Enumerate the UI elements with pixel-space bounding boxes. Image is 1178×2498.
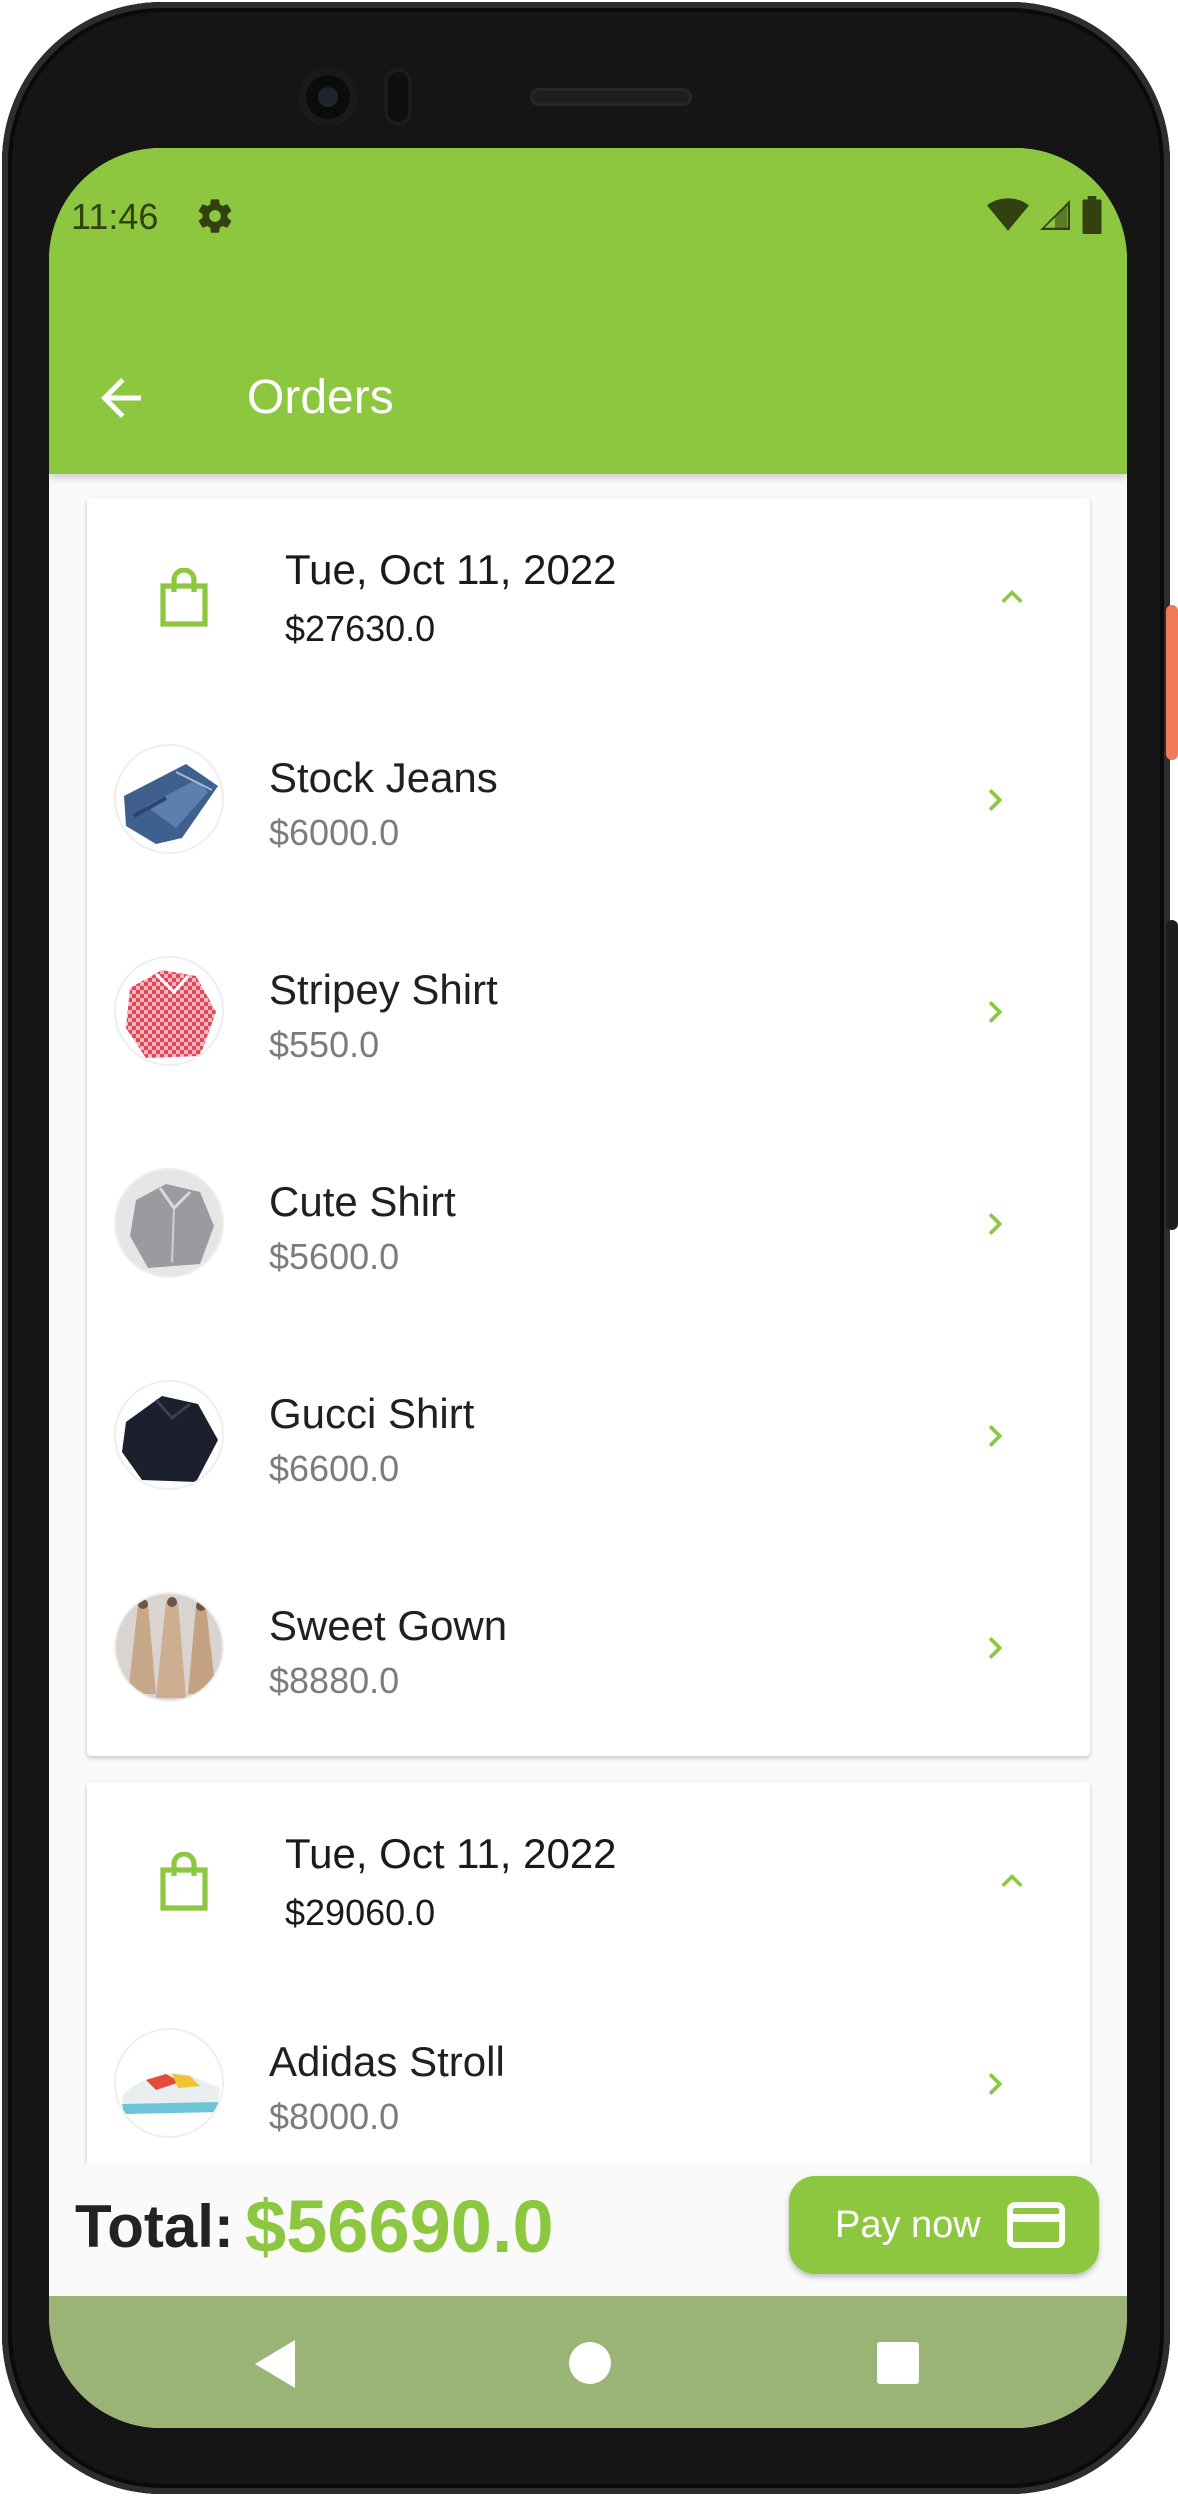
product-image-red-shirt [114, 956, 224, 1066]
item-price: $6600.0 [269, 1448, 400, 1489]
list-item[interactable]: Stripey Shirt $550.0 [87, 906, 1090, 1118]
status-time: 11:46 [71, 196, 159, 237]
order-total: $29060.0 [285, 1892, 436, 1933]
orders-list[interactable]: Tue, Oct 11, 2022 $27630.0 Stock Jeans $… [49, 474, 1127, 2312]
battery-icon [1082, 196, 1102, 234]
product-image-sneaker [114, 2028, 224, 2138]
product-image-black-shirt [114, 1380, 224, 1490]
front-camera [298, 67, 358, 127]
list-item[interactable]: Cute Shirt $5600.0 [87, 1118, 1090, 1330]
status-icons [987, 196, 1103, 234]
pay-now-label: Pay now [835, 2204, 981, 2246]
item-price: $6000.0 [269, 812, 400, 853]
order-header[interactable]: Tue, Oct 11, 2022 $29060.0 [87, 1782, 1090, 1978]
list-item[interactable]: Gucci Shirt $6600.0 [87, 1330, 1090, 1542]
item-name: Gucci Shirt [269, 1390, 475, 1437]
chevron-right-icon[interactable] [973, 778, 1017, 822]
checkout-bar: Total: $56690.0 Pay now [49, 2164, 1127, 2296]
total-value: $56690.0 [245, 2185, 554, 2268]
chevron-right-icon[interactable] [973, 1202, 1017, 1246]
nav-recents-icon[interactable] [877, 2342, 919, 2384]
item-price: $8880.0 [269, 1660, 400, 1701]
chevron-right-icon[interactable] [973, 2062, 1017, 2106]
earpiece-speaker [530, 88, 692, 106]
product-image-grey-shirt [114, 1168, 224, 1278]
app-bar: 11:46 Orders [49, 148, 1127, 474]
shopping-bag-icon [160, 1852, 208, 1911]
cell-signal-icon [1040, 200, 1070, 230]
power-button [1166, 605, 1178, 760]
order-card: Tue, Oct 11, 2022 $27630.0 Stock Jeans $… [87, 498, 1090, 1756]
order-date: Tue, Oct 11, 2022 [285, 546, 617, 593]
chevron-right-icon[interactable] [973, 1626, 1017, 1670]
system-nav-bar [49, 2296, 1127, 2428]
shopping-bag-icon [160, 568, 208, 627]
wifi-icon [987, 198, 1029, 231]
pay-now-button[interactable]: Pay now [789, 2176, 1099, 2274]
arrow-left-icon[interactable] [91, 368, 151, 428]
total-label: Total: [75, 2193, 234, 2260]
item-name: Cute Shirt [269, 1178, 456, 1225]
screen: 11:46 Orders Tue, Oct 11, 2022 $27630.0 … [49, 148, 1127, 2428]
list-item[interactable]: Adidas Stroll $8000.0 [87, 1978, 1090, 2190]
product-image-gown [114, 1592, 224, 1702]
list-item[interactable]: Stock Jeans $6000.0 [87, 694, 1090, 906]
chevron-up-icon[interactable] [991, 1860, 1033, 1902]
page-title: Orders [247, 371, 394, 424]
order-header[interactable]: Tue, Oct 11, 2022 $27630.0 [87, 498, 1090, 694]
list-item[interactable]: Sweet Gown $8880.0 [87, 1542, 1090, 1754]
item-name: Adidas Stroll [269, 2038, 505, 2085]
nav-back-icon[interactable] [251, 2338, 299, 2390]
nav-home-icon[interactable] [569, 2342, 611, 2384]
order-date: Tue, Oct 11, 2022 [285, 1830, 617, 1877]
item-name: Stock Jeans [269, 754, 498, 801]
item-price: $5600.0 [269, 1236, 400, 1277]
order-total: $27630.0 [285, 608, 436, 649]
item-name: Stripey Shirt [269, 966, 498, 1013]
phone-frame: 11:46 Orders Tue, Oct 11, 2022 $27630.0 … [2, 2, 1170, 2494]
credit-card-icon [1007, 2202, 1065, 2248]
product-image-jeans [114, 744, 224, 854]
item-price: $8000.0 [269, 2096, 400, 2137]
item-price: $550.0 [269, 1024, 380, 1065]
chevron-up-icon[interactable] [991, 576, 1033, 618]
chevron-right-icon[interactable] [973, 990, 1017, 1034]
item-name: Sweet Gown [269, 1602, 508, 1649]
chevron-right-icon[interactable] [973, 1414, 1017, 1458]
volume-button [1166, 920, 1178, 1230]
proximity-sensor [384, 68, 412, 126]
gear-icon [198, 199, 232, 233]
